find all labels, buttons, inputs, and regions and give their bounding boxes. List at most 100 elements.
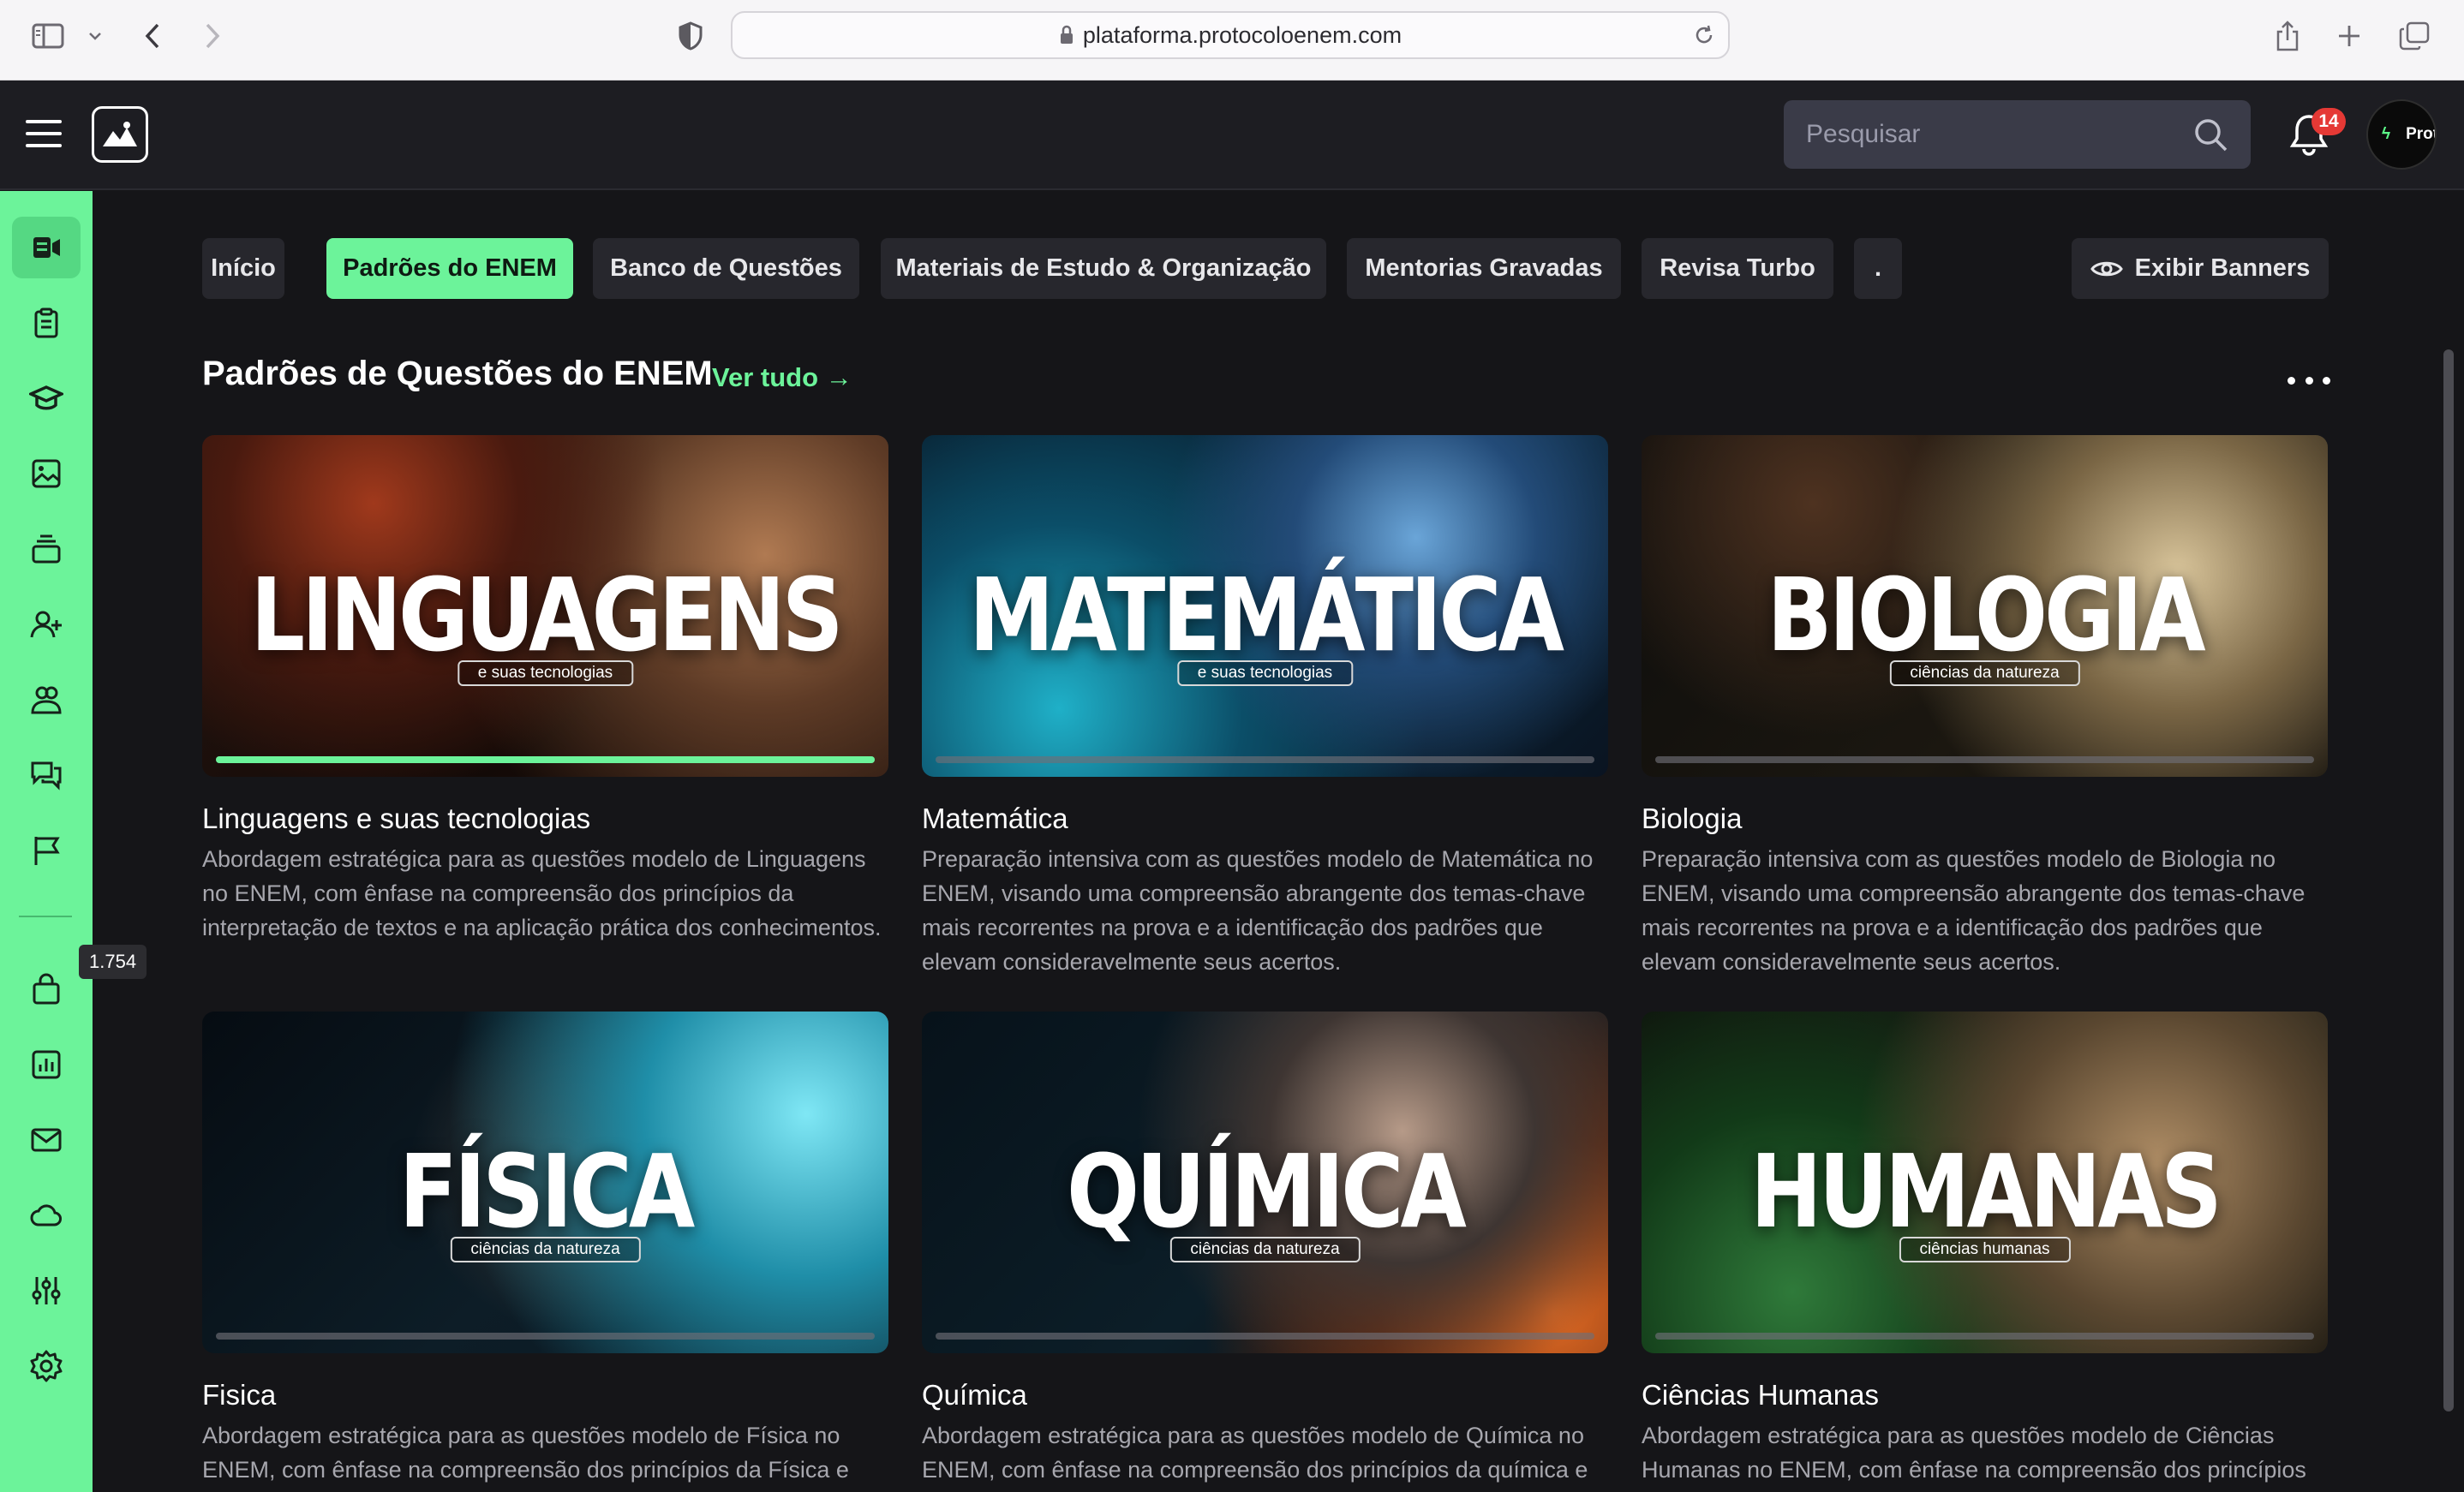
tab-inicio[interactable]: Início (202, 238, 284, 299)
avatar[interactable]: ϟProtoc (2366, 99, 2437, 170)
course-card-quimica[interactable]: QUÍMICA ciências da natureza Química Abo… (922, 1012, 1608, 1487)
thumbnail-tag: ciências humanas (1899, 1237, 2071, 1263)
more-options-icon[interactable] (2288, 363, 2330, 397)
progress-bar (1655, 756, 2314, 763)
menu-icon[interactable] (26, 120, 62, 149)
thumbnail-title: FÍSICA (398, 1132, 696, 1251)
course-description: Preparação intensiva com as questões mod… (1642, 846, 2306, 975)
chat-icon (31, 761, 62, 791)
progress-bar (936, 756, 1594, 763)
sidebar-item-library[interactable] (12, 518, 81, 580)
course-thumbnail[interactable]: BIOLOGIA ciências da natureza (1642, 435, 2328, 777)
course-card-fisica[interactable]: FÍSICA ciências da natureza Fisica Abord… (202, 1012, 888, 1487)
progress-bar (216, 756, 875, 763)
eye-icon (2090, 261, 2123, 276)
thumbnail-title: MATEMÁTICA (968, 556, 1564, 675)
course-thumbnail[interactable]: LINGUAGENS e suas tecnologias (202, 435, 888, 777)
search-icon[interactable] (2192, 116, 2228, 152)
course-title[interactable]: Química (922, 1379, 1608, 1411)
tab-more[interactable]: . (1854, 238, 1902, 299)
tab-mentorias-gravadas[interactable]: Mentorias Gravadas (1347, 238, 1621, 299)
course-title[interactable]: Ciências Humanas (1642, 1379, 2328, 1411)
tab-banco-questoes[interactable]: Banco de Questões (593, 238, 859, 299)
sidebar-item-mail[interactable] (12, 1109, 81, 1171)
thumbnail-tag: ciências da natureza (1169, 1237, 1361, 1263)
tab-revisa-turbo[interactable]: Revisa Turbo (1642, 238, 1833, 299)
app-header: 14 ϟProtoc (0, 81, 2464, 190)
progress-fill (216, 756, 875, 763)
thumbnail-tag: ciências da natureza (450, 1237, 641, 1263)
course-title[interactable]: Linguagens e suas tecnologias (202, 803, 888, 835)
course-thumbnail[interactable]: MATEMÁTICA e suas tecnologias (922, 435, 1608, 777)
search-input[interactable] (1806, 120, 2192, 149)
chevron-down-icon[interactable] (86, 17, 105, 55)
mail-icon (31, 1128, 62, 1152)
progress-bar (216, 1333, 875, 1340)
course-thumbnail[interactable]: HUMANAS ciências humanas (1642, 1012, 2328, 1353)
tooltip: 1.754 (79, 945, 147, 979)
course-thumbnail[interactable]: FÍSICA ciências da natureza (202, 1012, 888, 1353)
sidebar-item-courses[interactable] (12, 217, 81, 278)
thumbnail-title: BIOLOGIA (1767, 556, 2205, 675)
thumbnail-tag: ciências da natureza (1889, 660, 2080, 687)
url-text: plataforma.protocoloenem.com (1082, 21, 1402, 48)
sidebar-item-clipboard[interactable] (12, 292, 81, 354)
shopping-bag-icon (33, 973, 60, 1005)
sidebar-item-cloud[interactable] (12, 1185, 81, 1246)
share-icon[interactable] (2272, 17, 2303, 55)
flag-icon (34, 837, 60, 865)
see-all-link[interactable]: Ver tudo → (712, 362, 852, 393)
clipboard-icon (34, 307, 58, 338)
sidebar-item-add-user[interactable] (12, 594, 81, 655)
tab-materiais-estudo[interactable]: Materiais de Estudo & Organização (881, 238, 1326, 299)
sidebar-item-gallery[interactable] (12, 443, 81, 504)
browser-toolbar: plataforma.protocoloenem.com (0, 0, 2464, 81)
scrollbar[interactable] (2443, 349, 2454, 1411)
course-card-linguagens[interactable]: LINGUAGENS e suas tecnologias Linguagens… (202, 435, 888, 945)
sidebar-toggle-icon[interactable] (29, 17, 67, 55)
image-icon (32, 459, 61, 488)
address-bar[interactable]: plataforma.protocoloenem.com (731, 11, 1730, 59)
sliders-icon (32, 1277, 61, 1304)
sidebar-item-users[interactable] (12, 669, 81, 731)
tab-padroes-enem[interactable]: Padrões do ENEM (326, 238, 573, 299)
thumbnail-title: LINGUAGENS (250, 556, 843, 675)
course-thumbnail[interactable]: QUÍMICA ciências da natureza (922, 1012, 1608, 1353)
sidebar-divider (19, 916, 72, 917)
thumbnail-title: HUMANAS (1750, 1132, 2222, 1251)
cloud-icon (30, 1204, 62, 1226)
course-description: Abordagem estratégica para as questões m… (202, 846, 882, 940)
new-tab-icon[interactable] (2334, 17, 2365, 55)
show-banners-label: Exibir Banners (2134, 254, 2311, 282)
progress-bar (936, 1333, 1594, 1340)
lock-icon (1060, 25, 1073, 44)
course-description: Abordagem estratégica para as questões m… (922, 1423, 1588, 1483)
tabs-overview-icon[interactable] (2397, 17, 2431, 55)
add-user-icon (30, 611, 62, 638)
course-description: Preparação intensiva com as questões mod… (922, 846, 1594, 975)
course-title[interactable]: Fisica (202, 1379, 888, 1411)
shield-icon[interactable] (675, 17, 706, 55)
course-title[interactable]: Biologia (1642, 803, 2328, 835)
forward-icon[interactable] (197, 17, 228, 55)
sidebar-item-flag[interactable] (12, 820, 81, 881)
sidebar-item-shop[interactable] (12, 958, 81, 1020)
section-title: Padrões de Questões do ENEM (202, 355, 713, 392)
course-title[interactable]: Matemática (922, 803, 1608, 835)
course-card-matematica[interactable]: MATEMÁTICA e suas tecnologias Matemática… (922, 435, 1608, 979)
sidebar-item-settings[interactable] (12, 1335, 81, 1397)
reload-icon[interactable] (1692, 23, 1716, 47)
thumbnail-tag: e suas tecnologias (1176, 660, 1354, 687)
show-banners-button[interactable]: Exibir Banners (2072, 238, 2329, 299)
settings-icon (30, 1350, 63, 1382)
sidebar-item-filters[interactable] (12, 1260, 81, 1322)
search-box (1784, 100, 2251, 169)
course-card-humanas[interactable]: HUMANAS ciências humanas Ciências Humana… (1642, 1012, 2328, 1487)
notification-badge: 14 (2311, 108, 2346, 135)
sidebar-item-chat[interactable] (12, 744, 81, 806)
sidebar-item-graduation[interactable] (12, 367, 81, 429)
logo-icon[interactable] (92, 106, 148, 163)
sidebar-item-reports[interactable] (12, 1034, 81, 1095)
course-card-biologia[interactable]: BIOLOGIA ciências da natureza Biologia P… (1642, 435, 2328, 979)
back-icon[interactable] (137, 17, 168, 55)
